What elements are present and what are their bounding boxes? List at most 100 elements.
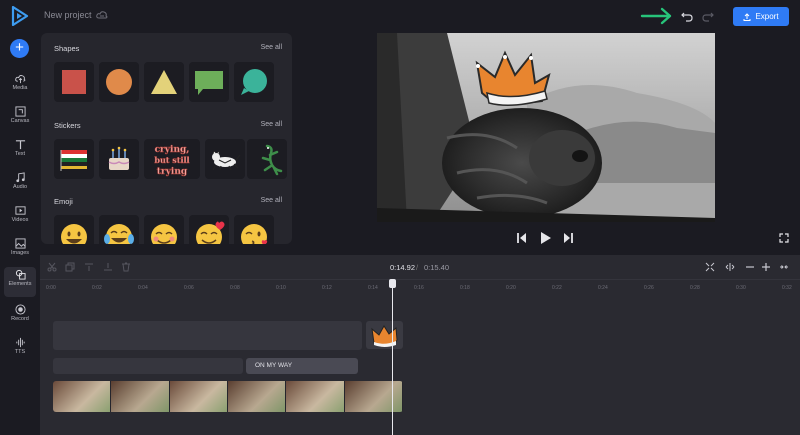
emoji-kissing[interactable]: [234, 215, 274, 244]
shape-triangle[interactable]: [144, 62, 184, 102]
duplicate-icon[interactable]: [65, 262, 75, 272]
top-bar: New project Export: [0, 0, 800, 33]
shape-circle[interactable]: [99, 62, 139, 102]
undo-icon[interactable]: [681, 10, 693, 22]
sticker-cat[interactable]: [205, 139, 245, 179]
svg-text:trying: trying: [157, 167, 188, 177]
zoom-out-icon[interactable]: [745, 262, 755, 272]
video-clip[interactable]: [53, 381, 403, 412]
section-title-shapes: Shapes: [54, 44, 80, 53]
ruler-label: 0:16: [414, 285, 424, 291]
playhead-handle[interactable]: [389, 279, 396, 288]
nav-item-canvas[interactable]: Canvas: [0, 104, 40, 134]
sticker-track-gap[interactable]: [53, 321, 362, 350]
nav-item-tts[interactable]: TTS: [0, 335, 40, 365]
emoji-smiling[interactable]: [144, 215, 184, 244]
sticker-lizard[interactable]: [247, 139, 287, 179]
nav-item-elements[interactable]: Elements: [4, 267, 36, 297]
cloud-upload-icon: [14, 75, 25, 84]
speech-bubble-shape-icon: [195, 71, 223, 95]
collapse-icon[interactable]: [779, 262, 789, 272]
video-frame: [53, 381, 112, 412]
video-preview[interactable]: [377, 33, 715, 222]
record-icon: [14, 304, 26, 315]
playhead[interactable]: [392, 281, 393, 435]
ruler-label: 0:02: [92, 285, 102, 291]
export-button[interactable]: Export: [733, 7, 789, 26]
fullscreen-icon[interactable]: [779, 233, 789, 243]
nav-item-media[interactable]: Media: [0, 71, 40, 101]
square-shape-icon: [62, 70, 86, 94]
see-all-stickers-link[interactable]: See all: [261, 121, 282, 128]
nav-label: TTS: [14, 349, 26, 355]
image-icon: [14, 238, 26, 249]
ruler-label: 0:14: [368, 285, 378, 291]
redo-icon[interactable]: [702, 10, 714, 22]
ruler-label: 0:04: [138, 285, 148, 291]
emoji-tears-of-joy[interactable]: [99, 215, 139, 244]
see-all-emoji-link[interactable]: See all: [261, 197, 282, 204]
shape-round-bubble[interactable]: [234, 62, 274, 102]
timeline: 0:14.92 / 0:15.40 0:00 0:02 0:04 0:06 0:…: [40, 255, 800, 435]
smiling-face-icon: [151, 224, 177, 244]
nav-label: Images: [10, 250, 30, 256]
text-clip[interactable]: ON MY WAY: [246, 358, 358, 374]
round-bubble-shape-icon: [241, 69, 267, 95]
project-name[interactable]: New project: [44, 10, 92, 20]
nav-item-record[interactable]: Record: [0, 302, 40, 332]
text-icon: [15, 140, 25, 150]
skip-back-icon[interactable]: [517, 232, 527, 244]
split-view-icon[interactable]: [725, 262, 735, 272]
triangle-shape-icon: [151, 70, 177, 94]
svg-text:but still: but still: [154, 155, 189, 165]
text-track-gap[interactable]: [53, 358, 243, 374]
ruler-label: 0:10: [276, 285, 286, 291]
nav-label: Audio: [12, 184, 28, 190]
emoji-grinning[interactable]: [54, 215, 94, 244]
video-icon: [14, 206, 26, 215]
see-all-shapes-link[interactable]: See all: [261, 44, 282, 51]
video-frame: [169, 381, 228, 412]
music-note-icon: [15, 172, 25, 183]
zoom-in-icon[interactable]: [761, 262, 771, 272]
nav-label: Media: [12, 85, 28, 91]
upload-icon: [743, 12, 751, 21]
video-frame: [111, 381, 170, 412]
align-top-icon[interactable]: [84, 262, 94, 272]
skip-forward-icon[interactable]: [563, 232, 573, 244]
nav-label: Videos: [11, 217, 29, 223]
left-nav: + Media Canvas Text Audio Videos Images …: [0, 33, 40, 435]
ruler-label: 0:28: [690, 285, 700, 291]
ruler-label: 0:20: [506, 285, 516, 291]
crying-text-sticker-icon: crying, but still trying: [154, 145, 190, 178]
nav-item-videos[interactable]: Videos: [0, 203, 40, 233]
video-frame: [227, 381, 287, 412]
cloud-sync-icon: [96, 11, 108, 19]
total-time: 0:15.40: [424, 263, 450, 272]
elements-icon: [15, 269, 26, 280]
play-icon[interactable]: [540, 232, 551, 244]
shape-square[interactable]: [54, 62, 94, 102]
video-frame: [344, 381, 403, 412]
nav-label: Text: [14, 151, 26, 157]
app-logo-icon[interactable]: [11, 6, 29, 26]
ruler-label: 0:24: [598, 285, 608, 291]
emoji-smiling-hearts[interactable]: [189, 215, 229, 244]
sticker-cake[interactable]: [99, 139, 139, 179]
shape-speech-bubble[interactable]: [189, 62, 229, 102]
sticker-crying-text[interactable]: crying, but still trying: [144, 139, 200, 179]
nav-item-audio[interactable]: Audio: [0, 170, 40, 200]
nav-item-images[interactable]: Images: [0, 236, 40, 266]
sticker-flag[interactable]: [54, 139, 94, 179]
video-frame: [286, 381, 345, 412]
fit-timeline-icon[interactable]: [705, 262, 715, 272]
kissing-face-icon: [241, 224, 268, 244]
delete-icon[interactable]: [121, 262, 131, 272]
split-scissors-icon[interactable]: [47, 262, 57, 272]
align-bottom-icon[interactable]: [103, 262, 113, 272]
sticker-clip[interactable]: [366, 321, 403, 349]
nav-item-text[interactable]: Text: [0, 137, 40, 167]
tears-of-joy-face-icon: [104, 224, 134, 244]
add-button[interactable]: +: [10, 39, 29, 58]
current-time: 0:14.92: [390, 263, 416, 272]
